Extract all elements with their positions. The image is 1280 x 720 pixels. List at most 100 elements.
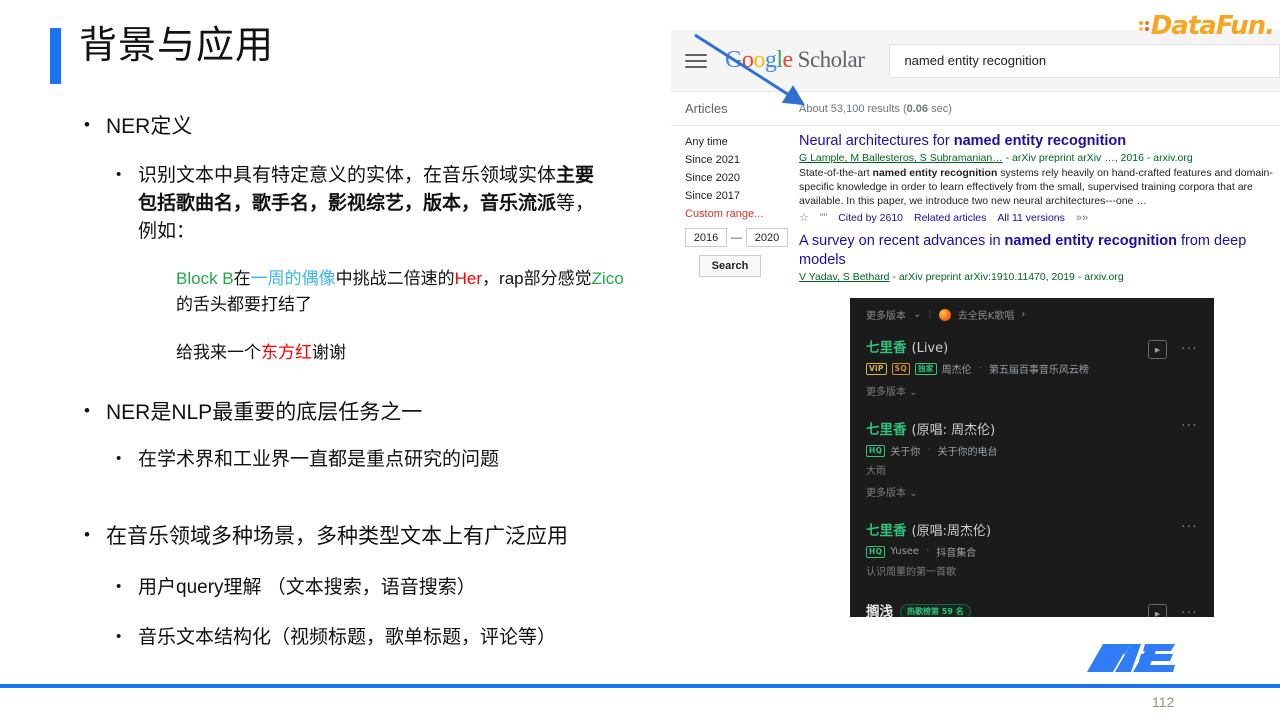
bullet-text-structuring-label: 音乐文本结构化（视频标题，歌单标题，评论等）: [138, 627, 557, 648]
bullet-ner-definition-detail: • 识别文本中具有特定意义的实体，在音乐领域实体主要包括歌曲名，歌手名，影视综艺…: [60, 162, 670, 246]
all-versions-link[interactable]: All 11 versions: [997, 210, 1065, 227]
snippet-pre: State-of-the-art: [799, 167, 873, 179]
song-name: 搁浅: [866, 604, 893, 617]
search-input[interactable]: named entity recognition: [889, 43, 1280, 78]
datafun-dots-icon: [1138, 21, 1149, 31]
item-actions: ▶ ···: [1148, 340, 1198, 359]
play-icon[interactable]: ▶: [1148, 604, 1168, 617]
ksong-link-label[interactable]: 去全民K歌唱: [958, 307, 1015, 322]
entity-artist-blockb: Block B: [176, 269, 234, 288]
song-artist[interactable]: 周杰伦: [942, 361, 972, 376]
song-artist[interactable]: Yusee: [890, 546, 919, 557]
list-item[interactable]: 七里香 (Live) ViP SQ 独家 周杰伦 · 第五届百事音乐风云榜 更多…: [866, 336, 1198, 398]
result-meta: - arXiv preprint arXiv:1910.11470, 2019 …: [889, 271, 1124, 283]
song-album[interactable]: 抖音集合: [936, 544, 976, 559]
list-item[interactable]: 七里香 (原唱:周杰伦) HQ Yusee · 抖音集合 认识周董的第一首歌 ·…: [866, 519, 1198, 578]
ex1-t2: 中挑战二倍速的: [335, 269, 455, 288]
related-articles-link[interactable]: Related articles: [914, 210, 986, 227]
filter-since-2020[interactable]: Since 2020: [685, 169, 799, 187]
more-options-icon[interactable]: ···: [1181, 607, 1198, 618]
item-actions: ▶ ···: [1148, 604, 1198, 617]
chevron-down-icon[interactable]: ⌄: [913, 309, 921, 320]
range-search-button[interactable]: Search: [699, 255, 761, 277]
bullet-ner-nlp-label: NER是NLP最重要的底层任务之一: [106, 401, 423, 424]
list-item[interactable]: 七里香 (原唱: 周杰伦) HQ 关于你 · 关于你的电台 大雨 更多版本 ⌄ …: [866, 418, 1198, 499]
year-from-input[interactable]: [685, 228, 727, 247]
song-meta-row: ViP SQ 独家 周杰伦 · 第五届百事音乐风云榜: [866, 361, 1198, 376]
result-title-link[interactable]: Neural architectures for named entity re…: [799, 132, 1274, 151]
song-artist[interactable]: 关于你: [890, 443, 920, 458]
star-icon[interactable]: ☆: [799, 210, 809, 227]
ex1-t1: 在: [233, 269, 251, 288]
result-item: Neural architectures for named entity re…: [799, 132, 1274, 227]
filter-since-2021[interactable]: Since 2021: [685, 151, 799, 169]
result-title-link[interactable]: A survey on recent advances in named ent…: [799, 232, 1274, 270]
bullet-glyph: •: [84, 115, 90, 134]
item-more-versions[interactable]: 更多版本 ⌄: [866, 484, 1198, 499]
cited-by-link[interactable]: Cited by 2610: [838, 210, 903, 227]
more-versions-label[interactable]: 更多版本: [866, 307, 906, 322]
result-authors[interactable]: G Lample, M Ballesteros, S Subramanian…: [799, 152, 1003, 164]
bullet-glyph: •: [116, 166, 122, 183]
entity-song-her: Her: [454, 269, 483, 288]
item-actions: ···: [1181, 521, 1198, 534]
hamburger-icon[interactable]: [685, 53, 707, 68]
song-subtitle: (原唱:周杰伦): [911, 524, 992, 539]
snippet-bold: named entity recognition: [872, 167, 998, 179]
music-top-versions-row: 更多版本 ⌄ | 去全民K歌唱 ›: [866, 307, 1198, 322]
double-chevron-icon[interactable]: »»: [1076, 210, 1088, 227]
song-meta-row: HQ Yusee · 抖音集合: [866, 544, 1198, 559]
ex2-t1: 给我来一个: [176, 343, 261, 362]
meta-separator: ·: [978, 363, 982, 374]
bullet-music-scenarios-label: 在音乐领域多种场景，多种类型文本上有广泛应用: [106, 525, 568, 548]
more-options-icon[interactable]: ···: [1181, 420, 1198, 433]
result-title-plain1: Neural architectures for: [799, 133, 954, 149]
result-item: A survey on recent advances in named ent…: [799, 232, 1274, 285]
tag-exclusive: 独家: [915, 362, 937, 375]
example-sentence-2: 给我来一个东方红谢谢: [60, 340, 670, 366]
bullet-academia-industry: • 在学术界和工业界一直都是重点研究的问题: [60, 446, 670, 474]
quote-icon[interactable]: ””: [820, 210, 827, 227]
item-more-versions-label: 更多版本: [866, 488, 906, 499]
item-actions: ···: [1181, 420, 1198, 433]
scholar-sidebar: Any time Since 2021 Since 2020 Since 201…: [671, 126, 799, 285]
tag-hq: HQ: [866, 545, 886, 558]
bullet-query-understanding-label: 用户query理解 （文本搜索，语音搜索）: [138, 577, 476, 598]
filter-any-time[interactable]: Any time: [685, 133, 799, 151]
tab-articles[interactable]: Articles: [671, 101, 799, 116]
logo-letter-g2: g: [764, 47, 777, 73]
item-more-versions[interactable]: 更多版本 ⌄: [866, 383, 1198, 398]
result-authors[interactable]: V Yadav, S Bethard: [799, 271, 889, 283]
filter-since-2017[interactable]: Since 2017: [685, 187, 799, 205]
result-title-bold: named entity recognition: [953, 133, 1127, 149]
bullet-ner-nlp: • NER是NLP最重要的底层任务之一: [60, 398, 670, 428]
bullet-query-understanding: • 用户query理解 （文本搜索，语音搜索）: [60, 574, 670, 602]
bullet-glyph: •: [84, 401, 90, 420]
song-description: 大雨: [866, 466, 886, 477]
slide-body: • NER定义 • 识别文本中具有特定意义的实体，在音乐领域实体主要包括歌曲名，…: [60, 100, 670, 652]
result-title-plain1: A survey on recent advances in: [799, 233, 1005, 249]
more-options-icon[interactable]: ···: [1181, 343, 1198, 356]
logo-letter-e: e: [782, 47, 794, 73]
scholar-body: Any time Since 2021 Since 2020 Since 201…: [671, 126, 1280, 285]
bullet-ner-definition-detail-text: 识别文本中具有特定意义的实体，在音乐领域实体主要包括歌曲名，歌手名，影视综艺，版…: [138, 162, 598, 246]
bullet-text-structuring: • 音乐文本结构化（视频标题，歌单标题，评论等）: [60, 624, 670, 652]
google-scholar-logo: Go o g l e Scholar: [725, 47, 865, 74]
chevron-right-icon[interactable]: ›: [1021, 309, 1025, 320]
ksong-app-icon: [938, 308, 951, 321]
year-to-input[interactable]: [746, 228, 788, 247]
song-name: 七里香: [866, 523, 907, 539]
result-action-links: ☆ ”” Cited by 2610 Related articles All …: [799, 210, 1274, 227]
filter-custom-range[interactable]: Custom range...: [685, 205, 799, 223]
results-count-time: 0.06: [906, 102, 929, 115]
song-album[interactable]: 关于你的电台: [937, 443, 997, 458]
results-count-post: sec): [928, 102, 952, 115]
song-album[interactable]: 第五届百事音乐风云榜: [989, 361, 1089, 376]
ex2-t2: 谢谢: [312, 343, 346, 362]
list-item[interactable]: 搁浅 热歌榜第 59 名 VIP SQ 独家 原唱 周杰伦 · 七里香 ▶ ··…: [866, 600, 1198, 617]
title-accent-bar: [50, 28, 61, 84]
bullet-music-scenarios: • 在音乐领域多种场景，多种类型文本上有广泛应用: [60, 522, 670, 552]
footer-divider: [0, 684, 1280, 688]
play-icon[interactable]: ▶: [1148, 340, 1168, 359]
more-options-icon[interactable]: ···: [1181, 521, 1198, 534]
